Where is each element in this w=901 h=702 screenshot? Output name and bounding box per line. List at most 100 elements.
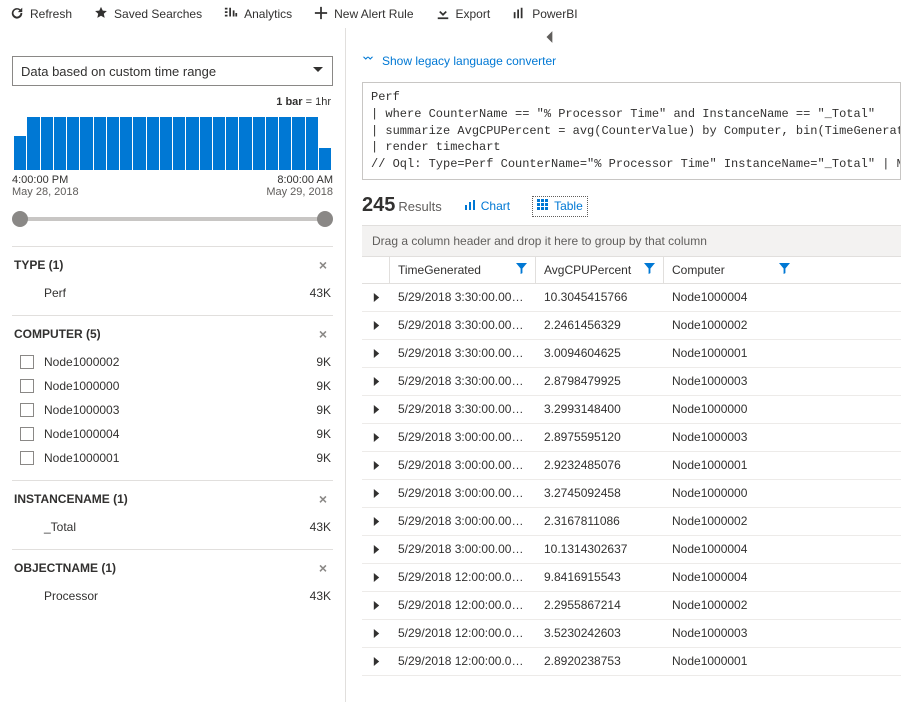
cell-time: 5/29/2018 12:00:00.000 PM bbox=[390, 598, 536, 612]
table-view-button[interactable]: Table bbox=[532, 196, 588, 217]
refresh-button[interactable]: Refresh bbox=[6, 4, 76, 25]
analytics-button[interactable]: Analytics bbox=[220, 4, 296, 25]
facet-close-icon[interactable]: × bbox=[315, 257, 331, 273]
histogram-bar bbox=[27, 117, 39, 170]
facet-item-label: _Total bbox=[44, 520, 310, 534]
table-row[interactable]: 5/29/2018 12:00:00.000 PM9.8416915543Nod… bbox=[362, 564, 901, 592]
facet-item-count: 43K bbox=[310, 520, 331, 534]
facet-title: COMPUTER (5) bbox=[14, 327, 101, 341]
result-count: 245Results bbox=[362, 194, 442, 217]
filter-icon[interactable] bbox=[779, 263, 790, 277]
export-button[interactable]: Export bbox=[432, 4, 495, 25]
table-row[interactable]: 5/29/2018 3:00:00.000 PM2.3167811086Node… bbox=[362, 508, 901, 536]
facet-item-count: 43K bbox=[310, 589, 331, 603]
cell-cpu: 3.0094604625 bbox=[536, 346, 664, 360]
histogram-bar bbox=[14, 136, 26, 170]
facet-item[interactable]: Node10000029K bbox=[14, 350, 331, 374]
slider-thumb-left[interactable] bbox=[12, 211, 28, 227]
bar-unit-label: 1 bar = 1hr bbox=[12, 96, 331, 108]
facet-close-icon[interactable]: × bbox=[315, 560, 331, 576]
slider-thumb-right[interactable] bbox=[317, 211, 333, 227]
facet-item-label: Node1000004 bbox=[44, 427, 316, 441]
expand-row-icon[interactable] bbox=[362, 377, 390, 386]
histogram-bar bbox=[160, 117, 172, 170]
timerange-dropdown[interactable]: Data based on custom time range bbox=[12, 56, 333, 86]
new-alert-button[interactable]: New Alert Rule bbox=[310, 4, 417, 25]
query-editor[interactable]: Perf | where CounterName == "% Processor… bbox=[362, 82, 901, 180]
histogram-bar bbox=[41, 117, 53, 170]
group-by-bar[interactable]: Drag a column header and drop it here to… bbox=[362, 225, 901, 257]
facet-item[interactable]: Processor43K bbox=[14, 584, 331, 608]
cell-time: 5/29/2018 3:30:00.000 PM bbox=[390, 402, 536, 416]
checkbox[interactable] bbox=[20, 355, 34, 369]
facet-item[interactable]: _Total43K bbox=[14, 515, 331, 539]
checkbox[interactable] bbox=[20, 379, 34, 393]
powerbi-button[interactable]: PowerBI bbox=[508, 4, 581, 25]
facet-item[interactable]: Node10000009K bbox=[14, 374, 331, 398]
expand-row-icon[interactable] bbox=[362, 461, 390, 470]
facet-close-icon[interactable]: × bbox=[315, 491, 331, 507]
cell-time: 5/29/2018 12:00:00.000 PM bbox=[390, 570, 536, 584]
cell-time: 5/29/2018 3:00:00.000 PM bbox=[390, 542, 536, 556]
cell-cpu: 2.9232485076 bbox=[536, 458, 664, 472]
chart-view-button[interactable]: Chart bbox=[460, 197, 514, 216]
filter-icon[interactable] bbox=[516, 263, 527, 277]
expand-row-icon[interactable] bbox=[362, 349, 390, 358]
column-avgcpupercent[interactable]: AvgCPUPercent bbox=[536, 257, 664, 283]
table-row[interactable]: 5/29/2018 3:30:00.000 PM3.2993148400Node… bbox=[362, 396, 901, 424]
expand-row-icon[interactable] bbox=[362, 573, 390, 582]
facet-header: OBJECTNAME (1)× bbox=[14, 560, 331, 576]
checkbox[interactable] bbox=[20, 403, 34, 417]
table-row[interactable]: 5/29/2018 3:00:00.000 PM2.8975595120Node… bbox=[362, 424, 901, 452]
column-timegenerated[interactable]: TimeGenerated bbox=[390, 257, 536, 283]
new-alert-label: New Alert Rule bbox=[334, 7, 413, 21]
facet-item-count: 9K bbox=[316, 451, 331, 465]
table-row[interactable]: 5/29/2018 3:00:00.000 PM3.2745092458Node… bbox=[362, 480, 901, 508]
cell-cpu: 2.8920238753 bbox=[536, 654, 664, 668]
table-row[interactable]: 5/29/2018 12:00:00.000 PM2.8920238753Nod… bbox=[362, 648, 901, 676]
expand-row-icon[interactable] bbox=[362, 405, 390, 414]
table-row[interactable]: 5/29/2018 12:00:00.000 PM2.2955867214Nod… bbox=[362, 592, 901, 620]
expand-row-icon[interactable] bbox=[362, 629, 390, 638]
table-row[interactable]: 5/29/2018 3:30:00.000 PM10.3045415766Nod… bbox=[362, 284, 901, 312]
facet-item-count: 9K bbox=[316, 355, 331, 369]
facet-item[interactable]: Node10000019K bbox=[14, 446, 331, 470]
expand-row-icon[interactable] bbox=[362, 321, 390, 330]
refresh-label: Refresh bbox=[30, 7, 72, 21]
checkbox[interactable] bbox=[20, 427, 34, 441]
chart-icon bbox=[464, 199, 476, 214]
expand-row-icon[interactable] bbox=[362, 433, 390, 442]
time-slider[interactable] bbox=[12, 208, 333, 230]
facet-item-label: Processor bbox=[44, 589, 310, 603]
table-row[interactable]: 5/29/2018 3:00:00.000 PM2.9232485076Node… bbox=[362, 452, 901, 480]
collapse-sidebar-icon[interactable] bbox=[543, 30, 557, 44]
expand-row-icon[interactable] bbox=[362, 293, 390, 302]
facet-item[interactable]: Perf43K bbox=[14, 281, 331, 305]
chevron-down-icon bbox=[312, 64, 324, 79]
cell-cpu: 2.8798479925 bbox=[536, 374, 664, 388]
facet-item[interactable]: Node10000049K bbox=[14, 422, 331, 446]
expand-row-icon[interactable] bbox=[362, 545, 390, 554]
table-row[interactable]: 5/29/2018 3:30:00.000 PM2.8798479925Node… bbox=[362, 368, 901, 396]
cell-time: 5/29/2018 3:30:00.000 PM bbox=[390, 346, 536, 360]
facet-close-icon[interactable]: × bbox=[315, 326, 331, 342]
cell-time: 5/29/2018 3:00:00.000 PM bbox=[390, 458, 536, 472]
legacy-link-label: Show legacy language converter bbox=[382, 54, 556, 68]
table-row[interactable]: 5/29/2018 3:30:00.000 PM2.2461456329Node… bbox=[362, 312, 901, 340]
cell-comp: Node1000003 bbox=[664, 626, 798, 640]
expand-row-icon[interactable] bbox=[362, 601, 390, 610]
expand-row-icon[interactable] bbox=[362, 517, 390, 526]
filter-icon[interactable] bbox=[644, 263, 655, 277]
table-row[interactable]: 5/29/2018 12:00:00.000 PM3.5230242603Nod… bbox=[362, 620, 901, 648]
column-computer[interactable]: Computer bbox=[664, 257, 798, 283]
table-row[interactable]: 5/29/2018 3:00:00.000 PM10.1314302637Nod… bbox=[362, 536, 901, 564]
table-row[interactable]: 5/29/2018 3:30:00.000 PM3.0094604625Node… bbox=[362, 340, 901, 368]
results-header: 245Results Chart Table bbox=[354, 192, 901, 225]
facet-item[interactable]: Node10000039K bbox=[14, 398, 331, 422]
legacy-converter-link[interactable]: Show legacy language converter bbox=[354, 28, 901, 82]
saved-searches-button[interactable]: Saved Searches bbox=[90, 4, 206, 25]
histogram-bar bbox=[226, 117, 238, 170]
expand-row-icon[interactable] bbox=[362, 489, 390, 498]
expand-row-icon[interactable] bbox=[362, 657, 390, 666]
checkbox[interactable] bbox=[20, 451, 34, 465]
